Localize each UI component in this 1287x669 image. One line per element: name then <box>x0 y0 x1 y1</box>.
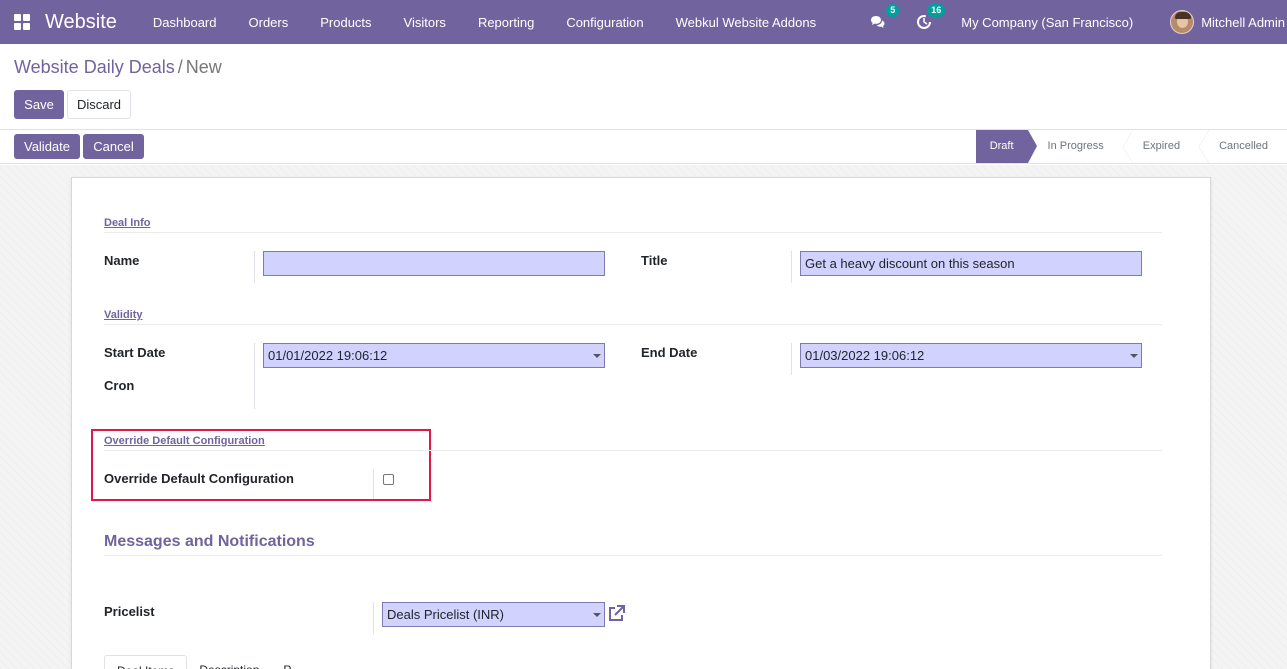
end-date-input[interactable]: 01/03/2022 19:06:12 <box>800 343 1142 368</box>
tab-description[interactable]: Description <box>187 655 271 669</box>
validity-separator: Validity <box>104 309 143 321</box>
breadcrumb-parent[interactable]: Website Daily Deals <box>14 57 175 77</box>
menu-orders[interactable]: Orders <box>233 15 305 30</box>
chevron-down-icon[interactable] <box>593 354 601 358</box>
separator-line <box>104 232 1162 233</box>
field-divider <box>254 251 255 283</box>
user-avatar[interactable] <box>1170 10 1195 34</box>
end-date-label: End Date <box>641 345 698 360</box>
discard-button[interactable]: Discard <box>67 90 131 119</box>
field-divider <box>373 602 374 634</box>
field-divider <box>254 343 255 409</box>
tab-deal-items[interactable]: Deal Items <box>104 655 188 669</box>
status-bar: Validate Cancel Draft In Progress Expire… <box>0 129 1287 164</box>
separator-line <box>104 555 1162 556</box>
menu-reporting[interactable]: Reporting <box>462 15 550 30</box>
apps-menu-icon[interactable] <box>14 14 30 30</box>
stage-expired[interactable]: Expired <box>1122 130 1199 163</box>
override-checkbox[interactable] <box>383 474 394 485</box>
pricelist-value: Deals Pricelist (INR) <box>387 607 505 622</box>
menu-visitors[interactable]: Visitors <box>388 15 462 30</box>
field-divider <box>791 343 792 375</box>
name-input[interactable] <box>263 251 605 276</box>
pricelist-select[interactable]: Deals Pricelist (INR) <box>382 602 605 627</box>
stage-pipeline: Draft In Progress Expired Cancelled <box>975 130 1287 163</box>
start-date-value: 01/01/2022 19:06:12 <box>268 348 388 363</box>
breadcrumb-separator: / <box>177 57 183 77</box>
cancel-button[interactable]: Cancel <box>83 134 144 159</box>
chevron-down-icon[interactable] <box>593 613 601 617</box>
user-menu[interactable]: Mitchell Admin <box>1201 15 1285 30</box>
name-label: Name <box>104 253 140 268</box>
menu-dashboard[interactable]: Dashboard <box>137 15 233 30</box>
override-separator: Override Default Configuration <box>104 435 265 447</box>
deal-info-separator: Deal Info <box>104 217 151 229</box>
app-name[interactable]: Website <box>45 11 117 34</box>
validate-button[interactable]: Validate <box>14 134 80 159</box>
override-label: Override Default Configuration <box>104 471 294 486</box>
field-divider <box>791 251 792 283</box>
activities-icon[interactable]: 16 <box>915 4 946 31</box>
stage-draft[interactable]: Draft <box>975 130 1037 163</box>
chevron-down-icon[interactable] <box>1130 354 1138 358</box>
title-label: Title <box>641 253 668 268</box>
title-input[interactable]: Get a heavy discount on this season <box>800 251 1142 276</box>
menu-configuration[interactable]: Configuration <box>550 15 659 30</box>
notebook-tabs: Deal Items Description P <box>104 655 303 669</box>
separator-line <box>104 450 1162 451</box>
start-date-input[interactable]: 01/01/2022 19:06:12 <box>263 343 605 368</box>
messages-icon[interactable]: 5 <box>869 4 900 31</box>
menu-webkul-addons[interactable]: Webkul Website Addons <box>660 15 832 30</box>
company-switcher[interactable]: My Company (San Francisco) <box>961 15 1133 30</box>
top-navbar: Website Dashboard Orders Products Visito… <box>0 0 1287 44</box>
separator-line <box>104 324 1162 325</box>
start-date-label: Start Date <box>104 345 166 360</box>
stage-in-progress[interactable]: In Progress <box>1028 130 1123 163</box>
tab-p[interactable]: P <box>271 655 303 669</box>
activities-badge: 16 <box>927 4 946 17</box>
messages-heading: Messages and Notifications <box>104 533 315 550</box>
menu-products[interactable]: Products <box>304 15 387 30</box>
messages-badge: 5 <box>886 4 900 17</box>
end-date-value: 01/03/2022 19:06:12 <box>805 348 925 363</box>
breadcrumb: Website Daily Deals / New <box>14 57 222 78</box>
pricelist-label: Pricelist <box>104 604 155 619</box>
cron-label: Cron <box>104 378 135 393</box>
save-button[interactable]: Save <box>14 90 64 119</box>
stage-cancelled[interactable]: Cancelled <box>1199 130 1287 163</box>
field-divider <box>373 469 374 499</box>
breadcrumb-current: New <box>185 57 222 77</box>
external-link-icon[interactable] <box>606 604 626 624</box>
